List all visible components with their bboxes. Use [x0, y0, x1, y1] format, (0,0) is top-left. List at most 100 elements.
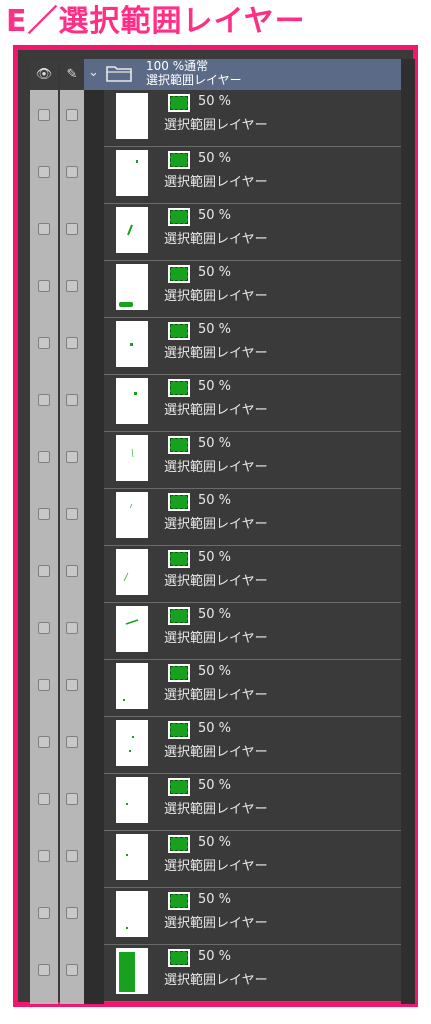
lock-checkbox[interactable] [66, 964, 78, 976]
visibility-checkbox[interactable] [38, 850, 50, 862]
layer-content[interactable]: 50 % 選択範囲レイヤー [104, 147, 401, 204]
lock-checkbox[interactable] [66, 109, 78, 121]
visibility-checkbox[interactable] [38, 223, 50, 235]
visibility-checkbox[interactable] [38, 736, 50, 748]
folder-row[interactable]: ⌄ 100 %通常 選択範囲レイヤー [84, 59, 401, 90]
layer-row[interactable]: 50 % 選択範囲レイヤー [30, 888, 401, 945]
layer-row[interactable]: 50 % 選択範囲レイヤー [30, 489, 401, 546]
layer-content[interactable]: 50 % 選択範囲レイヤー [104, 831, 401, 888]
layer-panel: 👁 ✎ ⌄ 100 %通常 選択範囲レイヤー 50 % 選択範囲レイヤー 50 % 選… [30, 59, 415, 1004]
visibility-checkbox[interactable] [38, 565, 50, 577]
layer-content[interactable]: 50 % 選択範囲レイヤー [104, 945, 401, 1002]
layer-row[interactable]: 50 % 選択範囲レイヤー [30, 945, 401, 1002]
lock-checkbox[interactable] [66, 736, 78, 748]
layer-folder-header[interactable]: 👁 ✎ ⌄ 100 %通常 選択範囲レイヤー [30, 59, 401, 90]
lock-checkbox[interactable] [66, 679, 78, 691]
layer-content[interactable]: 50 % 選択範囲レイヤー [104, 603, 401, 660]
layer-thumbnail [116, 150, 148, 196]
lock-checkbox[interactable] [66, 565, 78, 577]
layer-row[interactable]: 50 % 選択範囲レイヤー [30, 603, 401, 660]
lock-checkbox[interactable] [66, 508, 78, 520]
selection-layer-icon [168, 436, 190, 454]
visibility-checkbox[interactable] [38, 508, 50, 520]
visibility-checkbox[interactable] [38, 280, 50, 292]
layer-row[interactable]: 50 % 選択範囲レイヤー [30, 717, 401, 774]
layer-name: 選択範囲レイヤー [164, 631, 268, 646]
layer-content[interactable]: 50 % 選択範囲レイヤー [104, 546, 401, 603]
layer-content[interactable]: 50 % 選択範囲レイヤー [104, 660, 401, 717]
selection-layer-icon [168, 265, 190, 283]
layer-name: 選択範囲レイヤー [164, 346, 268, 361]
selection-layer-icon [168, 721, 190, 739]
visibility-checkbox[interactable] [38, 964, 50, 976]
layer-row[interactable]: 50 % 選択範囲レイヤー [30, 204, 401, 261]
layer-content[interactable]: 50 % 選択範囲レイヤー [104, 489, 401, 546]
layer-thumbnail [116, 378, 148, 424]
layer-content[interactable]: 50 % 選択範囲レイヤー [104, 774, 401, 831]
layer-row[interactable]: 50 % 選択範囲レイヤー [30, 546, 401, 603]
layer-content[interactable]: 50 % 選択範囲レイヤー [104, 432, 401, 489]
layer-content[interactable]: 50 % 選択範囲レイヤー [104, 204, 401, 261]
layer-content[interactable]: 50 % 選択範囲レイヤー [104, 375, 401, 432]
layer-thumbnail [116, 606, 148, 652]
layer-content[interactable]: 50 % 選択範囲レイヤー [104, 261, 401, 318]
eye-icon[interactable]: 👁 [30, 59, 58, 90]
selection-layer-icon [168, 493, 190, 511]
layer-content[interactable]: 50 % 選択範囲レイヤー [104, 717, 401, 774]
layer-opacity: 50 % [198, 892, 232, 907]
layer-row[interactable]: 50 % 選択範囲レイヤー [30, 90, 401, 147]
layer-row[interactable]: 50 % 選択範囲レイヤー [30, 432, 401, 489]
layer-content[interactable]: 50 % 選択範囲レイヤー [104, 90, 401, 147]
visibility-checkbox[interactable] [38, 679, 50, 691]
visibility-checkbox[interactable] [38, 166, 50, 178]
layer-opacity: 50 % [198, 436, 232, 451]
layer-thumbnail [116, 492, 148, 538]
lock-checkbox[interactable] [66, 337, 78, 349]
chevron-down-icon[interactable]: ⌄ [88, 65, 99, 80]
layer-opacity: 50 % [198, 835, 232, 850]
layer-name: 選択範囲レイヤー [164, 688, 268, 703]
lock-checkbox[interactable] [66, 793, 78, 805]
layer-opacity: 50 % [198, 379, 232, 394]
layer-row[interactable]: 50 % 選択範囲レイヤー [30, 147, 401, 204]
layer-row[interactable]: 50 % 選択範囲レイヤー [30, 261, 401, 318]
layer-name: 選択範囲レイヤー [164, 517, 268, 532]
lock-checkbox[interactable] [66, 850, 78, 862]
selection-layer-icon [168, 151, 190, 169]
selection-layer-icon [168, 208, 190, 226]
layer-row[interactable]: 50 % 選択範囲レイヤー [30, 375, 401, 432]
layer-row[interactable]: 50 % 選択範囲レイヤー [30, 831, 401, 888]
highlight-frame: 👁 ✎ ⌄ 100 %通常 選択範囲レイヤー 50 % 選択範囲レイヤー 50 % 選… [13, 45, 418, 1007]
layer-name: 選択範囲レイヤー [164, 289, 268, 304]
panel-scrollbar[interactable] [401, 59, 415, 1004]
lock-checkbox[interactable] [66, 907, 78, 919]
layer-thumbnail [116, 834, 148, 880]
layer-row[interactable]: 50 % 選択範囲レイヤー [30, 774, 401, 831]
visibility-checkbox[interactable] [38, 109, 50, 121]
layer-row[interactable]: 50 % 選択範囲レイヤー [30, 318, 401, 375]
selection-layer-icon [168, 892, 190, 910]
layer-opacity: 50 % [198, 607, 232, 622]
layer-content[interactable]: 50 % 選択範囲レイヤー [104, 888, 401, 945]
visibility-checkbox[interactable] [38, 337, 50, 349]
visibility-checkbox[interactable] [38, 793, 50, 805]
pen-icon[interactable]: ✎ [60, 59, 84, 90]
lock-checkbox[interactable] [66, 451, 78, 463]
layer-thumbnail [116, 321, 148, 367]
lock-checkbox[interactable] [66, 166, 78, 178]
selection-layer-icon [168, 550, 190, 568]
visibility-checkbox[interactable] [38, 394, 50, 406]
visibility-checkbox[interactable] [38, 622, 50, 634]
layer-row[interactable]: 50 % 選択範囲レイヤー [30, 660, 401, 717]
lock-checkbox[interactable] [66, 223, 78, 235]
layer-name: 選択範囲レイヤー [164, 802, 268, 817]
layer-content[interactable]: 50 % 選択範囲レイヤー [104, 318, 401, 375]
layer-opacity: 50 % [198, 493, 232, 508]
layer-thumbnail [116, 891, 148, 937]
visibility-checkbox[interactable] [38, 451, 50, 463]
lock-checkbox[interactable] [66, 622, 78, 634]
lock-checkbox[interactable] [66, 394, 78, 406]
visibility-checkbox[interactable] [38, 907, 50, 919]
selection-layer-icon [168, 607, 190, 625]
lock-checkbox[interactable] [66, 280, 78, 292]
